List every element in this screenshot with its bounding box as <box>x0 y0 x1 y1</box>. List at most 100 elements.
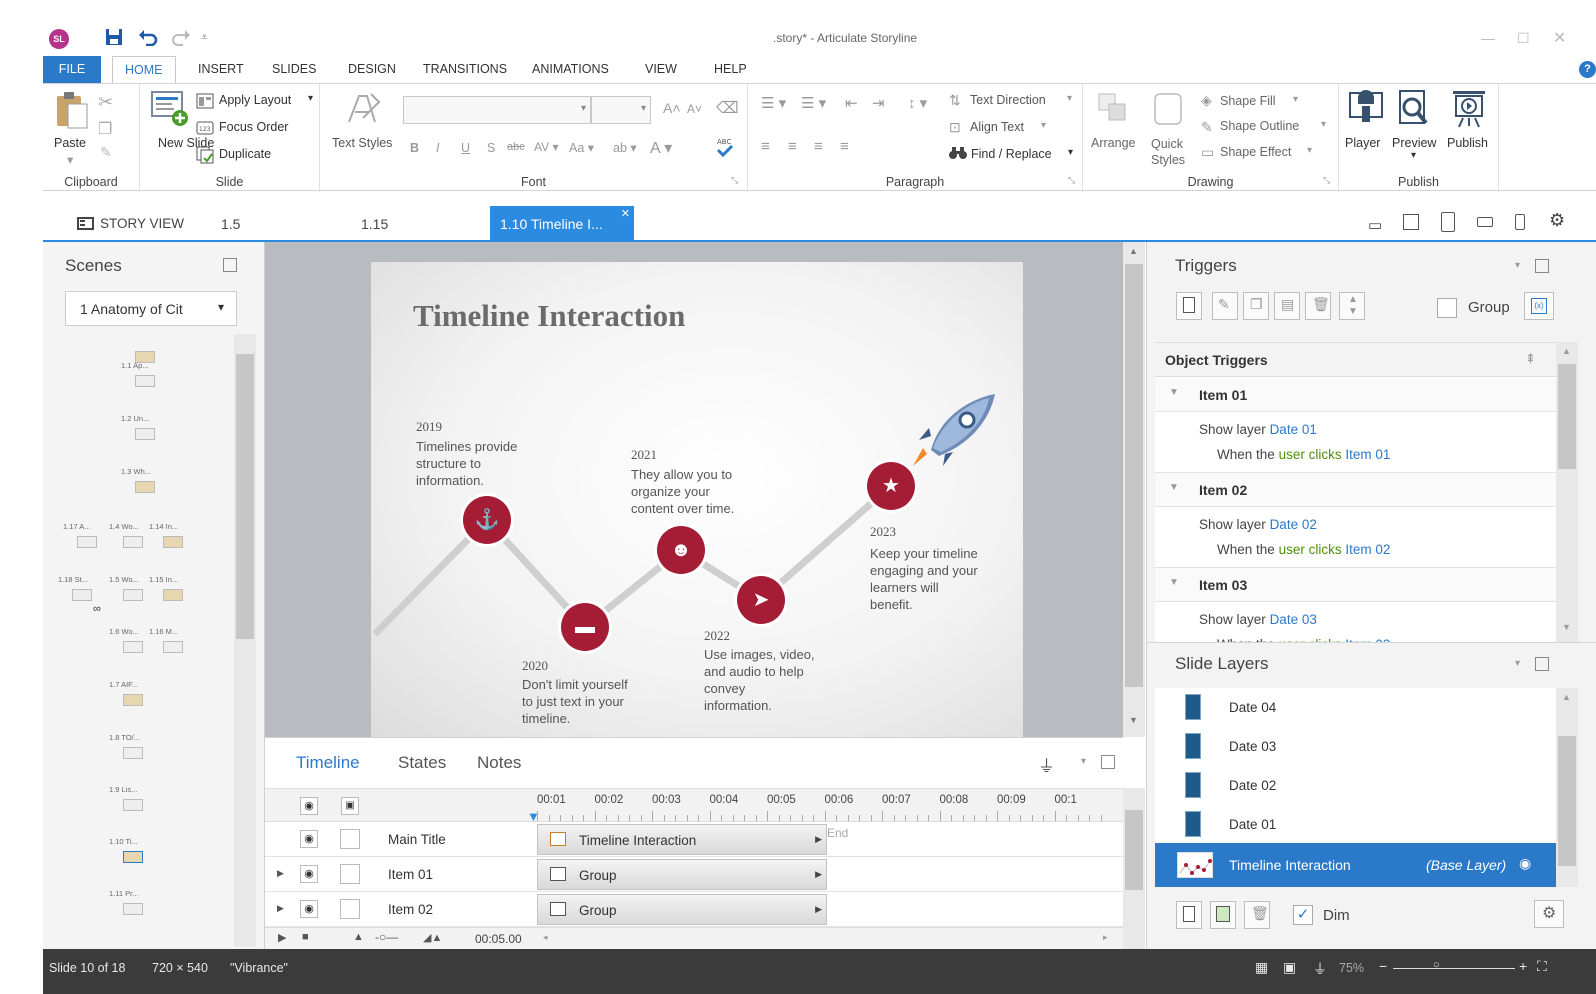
row-eye-icon[interactable]: ◉ <box>300 900 318 918</box>
copy-trigger-button[interactable]: ❐ <box>1243 292 1269 320</box>
zoom-track[interactable] <box>1393 968 1515 969</box>
quick-styles-label[interactable]: Quick Styles <box>1151 136 1193 168</box>
apply-layout-dropdown-icon[interactable]: ▾ <box>308 93 313 104</box>
zoom-in-icon[interactable]: ◢▲ <box>423 931 442 944</box>
delete-layer-button[interactable]: 🗑 <box>1244 901 1270 929</box>
paste-dropdown-icon[interactable]: ▾ <box>67 152 73 167</box>
shape-fill-dropdown-icon[interactable]: ▾ <box>1293 94 1298 105</box>
change-case-icon[interactable]: Aa ▾ <box>569 140 594 155</box>
tab-slide-1-15[interactable]: 1.15 <box>351 206 398 242</box>
scenes-scrollbar[interactable] <box>234 334 256 947</box>
row-name[interactable]: Main Title <box>388 832 446 847</box>
publish-label[interactable]: Publish <box>1447 136 1488 150</box>
layer-name[interactable]: Date 04 <box>1229 700 1276 715</box>
shape-outline-icon[interactable]: ✎ <box>1201 119 1213 136</box>
highlight-icon[interactable]: ab ▾ <box>613 140 637 155</box>
triggers-dropdown-icon[interactable]: ▾ <box>1515 260 1520 271</box>
play-icon[interactable]: ▶ <box>278 931 286 944</box>
italic-icon[interactable]: I <box>436 141 439 155</box>
shape-effect-label[interactable]: Shape Effect <box>1220 145 1291 159</box>
row-lock-checkbox[interactable] <box>340 864 360 884</box>
zoom-plus-icon[interactable]: + <box>1519 958 1527 974</box>
stage-scrollbar[interactable]: ▲ ▼ <box>1123 242 1145 737</box>
collapse-arrow-icon[interactable]: ▼ <box>1169 387 1179 398</box>
decrease-indent-icon[interactable]: ⇤ <box>845 94 858 112</box>
focus-order-icon[interactable]: 123 <box>196 120 214 139</box>
trigger-group-header[interactable]: ▼ Item 03 <box>1155 568 1557 602</box>
row-eye-icon[interactable]: ◉ <box>300 830 318 848</box>
zoom-thumb[interactable]: ○ <box>1433 959 1440 971</box>
maximize-icon[interactable]: ☐ <box>1517 30 1530 47</box>
paste-trigger-button[interactable]: ▤ <box>1274 292 1300 320</box>
scene-dropdown[interactable]: 1 Anatomy of Cit ▾ <box>65 291 237 326</box>
item-04-paper-plane-icon[interactable]: ➤ <box>737 576 785 624</box>
trigger-target[interactable]: Date 01 <box>1270 422 1317 437</box>
scene-thumbnail[interactable] <box>77 536 97 548</box>
trigger-source[interactable]: Item 02 <box>1345 542 1390 557</box>
scene-thumbnail[interactable] <box>135 428 155 440</box>
help-icon[interactable]: ? <box>1579 61 1596 78</box>
publish-icon[interactable] <box>1451 89 1487 132</box>
timeline-row[interactable]: ▶ ◉ Item 02 Group ▶ <box>265 892 1123 927</box>
tab-notes[interactable]: Notes <box>477 753 521 773</box>
timeline-dropdown-icon[interactable]: ▾ <box>1081 756 1086 767</box>
scroll-up-icon[interactable]: ▲ <box>1129 246 1138 256</box>
scroll-left-icon[interactable]: ◂ <box>543 932 548 943</box>
zoom-slider[interactable]: -○— <box>375 930 398 944</box>
scene-thumbnail[interactable] <box>135 375 155 387</box>
timeline-options-icon[interactable]: ⏚ <box>1038 752 1055 777</box>
line-spacing-icon[interactable]: ↕ ▾ <box>908 94 927 112</box>
collapse-all-icon[interactable]: ⇞ <box>1525 351 1536 367</box>
slide-canvas[interactable]: Timeline Interaction ⚓ ▬ ☻ ➤ ★ 2019 Time… <box>371 262 1023 738</box>
settings-gear-icon[interactable]: ⚙ <box>1549 210 1565 231</box>
base-layer-eye-icon[interactable]: ◉ <box>1519 855 1531 872</box>
tablet-landscape-icon[interactable] <box>1403 214 1419 230</box>
triggers-float-icon[interactable] <box>1535 259 1549 273</box>
tab-story-view[interactable]: STORY VIEW <box>67 206 194 242</box>
tab-slide-1-10[interactable]: 1.10 Timeline I... ✕ <box>490 206 634 242</box>
shape-fill-icon[interactable]: ◈ <box>1201 92 1212 109</box>
trigger-source[interactable]: Item 01 <box>1345 447 1390 462</box>
eye-icon[interactable]: ◉ <box>300 797 318 815</box>
numbering-icon[interactable]: ☰ ▾ <box>801 94 826 112</box>
expand-arrow-icon[interactable]: ▶ <box>277 903 284 914</box>
preview-label[interactable]: Preview <box>1392 136 1436 150</box>
row-lock-checkbox[interactable] <box>340 829 360 849</box>
layer-name[interactable]: Date 03 <box>1229 739 1276 754</box>
save-icon[interactable] <box>105 28 123 51</box>
tab-animations[interactable]: ANIMATIONS <box>520 56 621 83</box>
expand-arrow-icon[interactable]: ▶ <box>277 868 284 879</box>
bullets-icon[interactable]: ☰ ▾ <box>761 94 786 112</box>
layers-dropdown-icon[interactable]: ▾ <box>1515 658 1520 669</box>
tab-view[interactable]: VIEW <box>633 56 689 83</box>
end-marker[interactable]: End <box>827 826 848 840</box>
player-label[interactable]: Player <box>1345 136 1380 150</box>
item-03-people-icon[interactable]: ☻ <box>657 526 705 574</box>
scene-thumbnail[interactable] <box>123 903 143 915</box>
shadow-icon[interactable]: S <box>487 141 495 155</box>
spell-check-icon[interactable]: ABC <box>716 136 734 161</box>
shape-effect-dropdown-icon[interactable]: ▾ <box>1307 145 1312 156</box>
dim-checkbox[interactable]: ✓ <box>1293 905 1313 925</box>
tab-design[interactable]: DESIGN <box>336 56 408 83</box>
align-text-label[interactable]: Align Text <box>970 120 1024 134</box>
item-02-chat-icon[interactable]: ▬ <box>561 603 609 651</box>
tab-slides[interactable]: SLIDES <box>260 56 328 83</box>
edit-trigger-button[interactable]: ✎ <box>1212 292 1238 320</box>
text-direction-dropdown-icon[interactable]: ▾ <box>1067 93 1072 104</box>
move-trigger-button[interactable]: ▲ ▼ <box>1339 292 1365 320</box>
arrange-icon[interactable] <box>1097 92 1127 125</box>
minimize-icon[interactable]: — <box>1481 30 1495 46</box>
align-text-dropdown-icon[interactable]: ▾ <box>1041 120 1046 131</box>
collapse-arrow-icon[interactable]: ▼ <box>1169 577 1179 588</box>
base-layer-row[interactable]: Timeline Interaction (Base Layer) ◉ <box>1155 843 1557 887</box>
scenes-float-icon[interactable] <box>223 258 237 272</box>
scroll-right-icon[interactable]: ▸ <box>1103 932 1108 943</box>
tab-insert[interactable]: INSERT <box>186 56 256 83</box>
row-lock-checkbox[interactable] <box>340 899 360 919</box>
add-layer-button[interactable] <box>1176 901 1202 929</box>
align-center-icon[interactable]: ≡ <box>788 138 797 155</box>
zoom-minus-icon[interactable]: − <box>1379 958 1387 974</box>
layer-properties-button[interactable]: ⚙ <box>1534 900 1564 928</box>
font-color-icon[interactable]: A ▾ <box>650 138 672 158</box>
